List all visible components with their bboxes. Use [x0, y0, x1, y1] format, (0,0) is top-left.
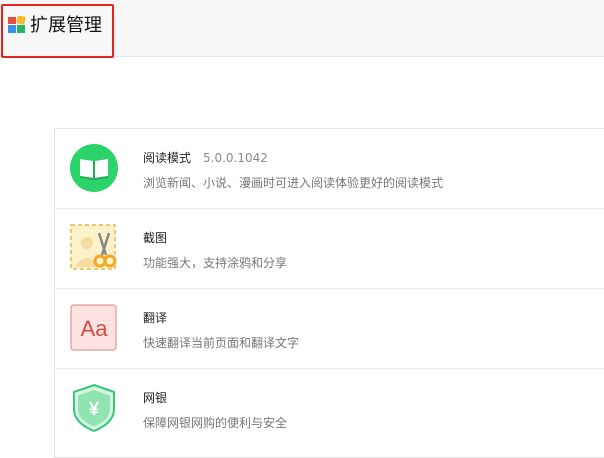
- translate-icon: Aa: [69, 303, 119, 353]
- scissors-icon: [69, 223, 119, 273]
- svg-text:¥: ¥: [89, 399, 99, 419]
- extension-description: 浏览新闻、小说、漫画时可进入阅读体验更好的阅读模式: [143, 176, 444, 190]
- extension-name: 网银: [143, 391, 168, 405]
- extension-name: 阅读模式: [143, 151, 192, 165]
- extension-name: 截图: [143, 231, 168, 245]
- svg-text:Aa: Aa: [81, 316, 109, 341]
- extension-description: 快速翻译当前页面和翻译文字: [143, 336, 300, 350]
- extension-item-online-banking[interactable]: ¥ 网银 保障网银网购的便利与安全: [55, 369, 604, 449]
- extension-item-translate[interactable]: Aa 翻译 快速翻译当前页面和翻译文字: [55, 289, 604, 369]
- extension-item-reading-mode[interactable]: 阅读模式 5.0.0.1042 浏览新闻、小说、漫画时可进入阅读体验更好的阅读模式: [55, 129, 604, 209]
- extension-description: 功能强大，支持涂鸦和分享: [143, 256, 288, 270]
- extension-version: 5.0.0.1042: [203, 151, 268, 165]
- extension-description: 保障网银网购的便利与安全: [143, 416, 288, 430]
- extension-item-screenshot[interactable]: 截图 功能强大，支持涂鸦和分享: [55, 209, 604, 289]
- extension-list: 阅读模式 5.0.0.1042 浏览新闻、小说、漫画时可进入阅读体验更好的阅读模式…: [54, 128, 604, 458]
- shield-yuan-icon: ¥: [69, 383, 119, 433]
- book-icon: [69, 143, 119, 193]
- page-title: 扩展管理: [30, 15, 102, 36]
- header-bar: 扩展管理: [0, 0, 604, 58]
- extension-name: 翻译: [143, 311, 168, 325]
- extensions-grid-icon: [7, 15, 27, 36]
